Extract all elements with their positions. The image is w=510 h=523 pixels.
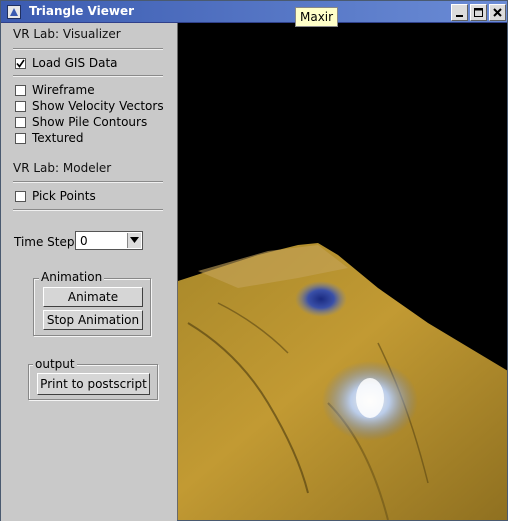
animate-button-label: Animate [67, 290, 119, 304]
checkbox-box[interactable] [15, 190, 26, 202]
separator [13, 48, 163, 50]
3d-viewport[interactable] [177, 23, 507, 520]
modeler-heading: VR Lab: Modeler [13, 161, 112, 175]
output-group-title: output [33, 357, 77, 371]
checkbox-label: Show Pile Contours [32, 115, 148, 129]
tooltip: Maxir [295, 7, 339, 27]
animation-group-title: Animation [39, 270, 105, 284]
time-step-label: Time Step: [14, 235, 79, 249]
textured-checkbox[interactable]: Textured [15, 131, 84, 145]
pile-contours-checkbox[interactable]: Show Pile Contours [15, 115, 147, 129]
chevron-down-icon[interactable] [127, 233, 141, 248]
title-bar[interactable]: Triangle Viewer [1, 1, 507, 23]
velocity-vectors-checkbox[interactable]: Show Velocity Vectors [15, 99, 164, 113]
maximize-button[interactable] [470, 4, 487, 21]
checkbox-label: Wireframe [32, 83, 95, 97]
checkbox-label: Show Velocity Vectors [32, 99, 164, 113]
checkbox-label: Textured [32, 131, 84, 145]
time-step-value: 0 [80, 234, 88, 248]
separator [13, 181, 163, 183]
checkbox-label: Load GIS Data [32, 56, 118, 70]
stop-animation-button-label: Stop Animation [46, 313, 140, 327]
minimize-button[interactable] [451, 4, 468, 21]
separator [13, 209, 163, 211]
window-title: Triangle Viewer [29, 4, 135, 18]
pick-points-checkbox[interactable]: Pick Points [15, 189, 96, 203]
checkbox-box[interactable] [15, 116, 26, 128]
load-gis-checkbox[interactable]: Load GIS Data [15, 56, 118, 70]
close-button[interactable] [489, 4, 506, 21]
checkbox-box[interactable] [15, 84, 26, 96]
visualizer-heading: VR Lab: Visualizer [13, 27, 121, 41]
checkbox-box[interactable] [15, 100, 26, 112]
app-icon [7, 5, 21, 19]
triangle-viewer-window: Triangle Viewer VR Lab: Visualizer Load … [0, 0, 508, 521]
print-postscript-button-label: Print to postscript [40, 377, 147, 391]
checkbox-box[interactable] [15, 132, 26, 144]
control-panel: VR Lab: Visualizer Load GIS Data Wirefra… [1, 23, 177, 521]
animate-button[interactable]: Animate [43, 287, 143, 307]
stop-animation-button[interactable]: Stop Animation [43, 310, 143, 330]
checkbox-box[interactable] [15, 57, 26, 69]
time-step-select[interactable]: 0 [75, 231, 143, 250]
checkbox-label: Pick Points [32, 189, 96, 203]
separator [13, 75, 163, 77]
print-postscript-button[interactable]: Print to postscript [37, 373, 150, 395]
terrain-render [178, 243, 507, 520]
wireframe-checkbox[interactable]: Wireframe [15, 83, 95, 97]
